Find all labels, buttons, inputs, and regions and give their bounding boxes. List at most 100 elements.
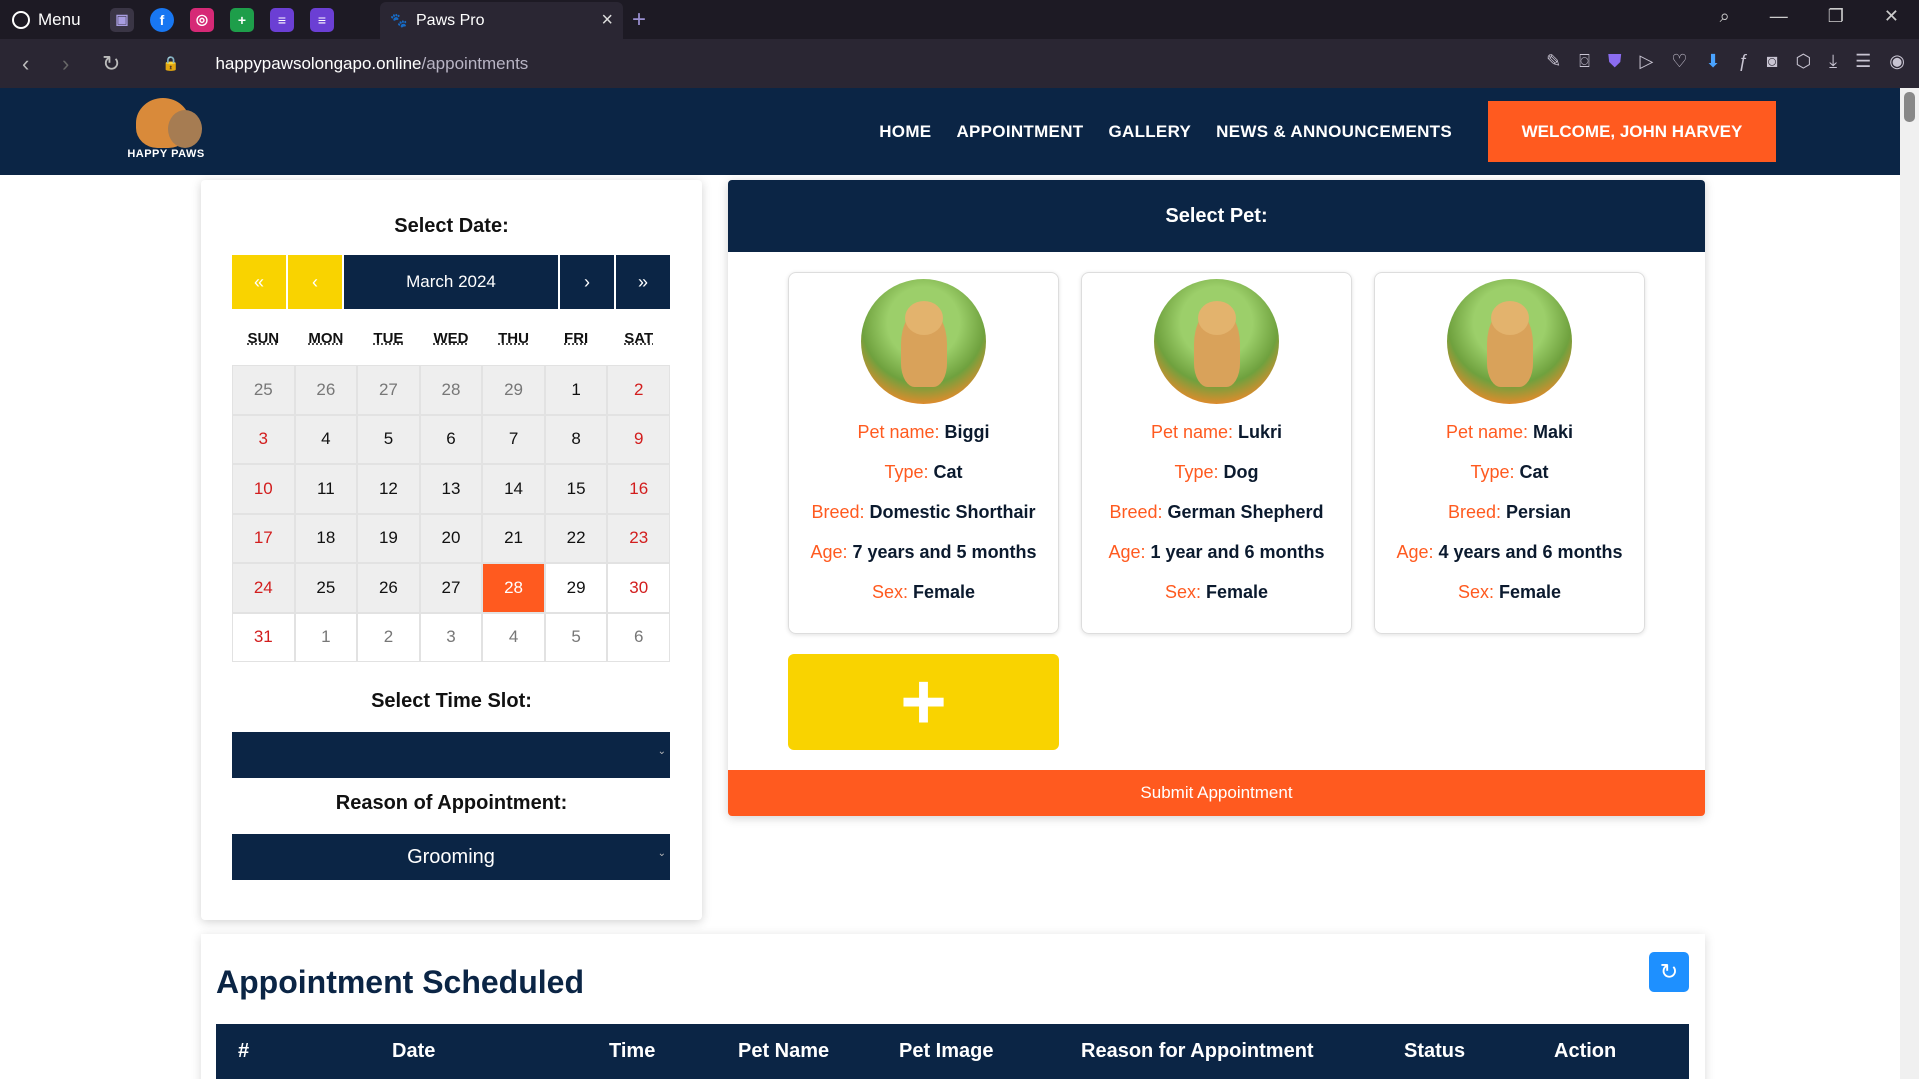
calendar-day[interactable]: 29 bbox=[544, 563, 608, 613]
calendar-day[interactable]: 25 bbox=[232, 365, 295, 415]
pet-photo bbox=[861, 279, 986, 404]
calendar-day[interactable]: 19 bbox=[357, 513, 420, 563]
reason-select[interactable]: Grooming ⌄ bbox=[232, 834, 670, 880]
nav-home[interactable]: HOME bbox=[879, 122, 931, 142]
calendar-day[interactable]: 22 bbox=[544, 513, 608, 563]
font-ext-icon[interactable]: ƒ bbox=[1739, 51, 1749, 72]
calendar-day[interactable]: 13 bbox=[419, 464, 483, 514]
download-ext-icon[interactable]: ⬇ bbox=[1705, 51, 1720, 72]
calendar-day[interactable]: 27 bbox=[419, 563, 483, 613]
calendar-day[interactable]: 12 bbox=[357, 464, 420, 514]
calendar-day[interactable]: 4 bbox=[482, 612, 545, 662]
calendar-day[interactable]: 7 bbox=[482, 414, 545, 464]
forms-icon[interactable]: ≡ bbox=[270, 7, 294, 32]
forms-icon-2[interactable]: ≡ bbox=[310, 7, 334, 32]
new-tab-icon[interactable]: + bbox=[632, 6, 646, 34]
snapshot-icon[interactable]: ◙ bbox=[1767, 51, 1778, 72]
calendar-day[interactable]: 18 bbox=[294, 513, 358, 563]
calendar-day[interactable]: 2 bbox=[607, 365, 670, 415]
refresh-button[interactable]: ↻ bbox=[1649, 952, 1689, 992]
pet-sex-label: Sex: bbox=[871, 582, 908, 602]
downloads-icon[interactable]: ⤓ bbox=[1829, 51, 1837, 72]
gamepad-icon[interactable]: ▣ bbox=[110, 7, 134, 32]
camera-icon[interactable]: ⌼ bbox=[1579, 51, 1590, 72]
cube-icon[interactable]: ⬡ bbox=[1795, 51, 1811, 72]
active-tab[interactable]: 🐾 Paws Pro × bbox=[380, 2, 623, 39]
nav-appointment[interactable]: APPOINTMENT bbox=[956, 122, 1083, 142]
calendar-day[interactable]: 1 bbox=[544, 365, 608, 415]
calendar-day[interactable]: 2 bbox=[357, 612, 420, 662]
pet-card-maki[interactable]: Pet name: Maki Type: Cat Breed: Persian … bbox=[1374, 272, 1645, 634]
settings-icon[interactable]: ☰ bbox=[1855, 51, 1871, 72]
nav-news[interactable]: NEWS & ANNOUNCEMENTS bbox=[1216, 122, 1452, 142]
tab-close-icon[interactable]: × bbox=[601, 9, 613, 32]
first-month-button[interactable]: « bbox=[232, 255, 286, 309]
month-label[interactable]: March 2024 bbox=[344, 255, 558, 309]
calendar-day[interactable]: 6 bbox=[607, 612, 670, 662]
avatar[interactable]: ◉ bbox=[1889, 51, 1905, 72]
calendar-day[interactable]: 4 bbox=[294, 414, 358, 464]
add-pet-button[interactable]: + bbox=[788, 654, 1059, 750]
calendar-day[interactable]: 3 bbox=[419, 612, 483, 662]
calendar-day[interactable]: 10 bbox=[232, 464, 295, 514]
last-month-button[interactable]: » bbox=[616, 255, 670, 309]
pet-card-lukri[interactable]: Pet name: Lukri Type: Dog Breed: German … bbox=[1081, 272, 1352, 634]
vpn-shield-icon[interactable]: ⛊ bbox=[1608, 51, 1622, 72]
calendar-day[interactable]: 20 bbox=[419, 513, 483, 563]
facebook-icon[interactable]: f bbox=[150, 7, 174, 32]
url-field[interactable]: happypawsolongapo.online/appointments bbox=[215, 54, 528, 74]
calendar-day[interactable]: 21 bbox=[482, 513, 545, 563]
calendar-day[interactable]: 5 bbox=[357, 414, 420, 464]
send-icon[interactable]: ▷ bbox=[1639, 51, 1653, 72]
calendar-day[interactable]: 16 bbox=[607, 464, 670, 514]
pet-type-label: Type: bbox=[1470, 462, 1515, 482]
calendar-day[interactable]: 29 bbox=[482, 365, 545, 415]
browser-menu-button[interactable]: Menu bbox=[0, 10, 100, 30]
page-scrollbar[interactable] bbox=[1900, 88, 1919, 1079]
calendar-day[interactable]: 6 bbox=[419, 414, 483, 464]
forward-icon[interactable]: › bbox=[62, 51, 80, 77]
scrollbar-thumb[interactable] bbox=[1904, 92, 1915, 122]
calendar-day[interactable]: 5 bbox=[544, 612, 608, 662]
calendar-day[interactable]: 14 bbox=[482, 464, 545, 514]
calendar-day[interactable]: 3 bbox=[232, 414, 295, 464]
pet-card-biggi[interactable]: Pet name: Biggi Type: Cat Breed: Domesti… bbox=[788, 272, 1059, 634]
lock-icon[interactable]: 🔒 bbox=[162, 55, 179, 72]
search-tabs-icon[interactable]: ⌕ bbox=[1720, 6, 1730, 27]
col-number: # bbox=[238, 1040, 250, 1062]
close-window-icon[interactable]: ✕ bbox=[1884, 6, 1899, 27]
calendar-day[interactable]: 15 bbox=[544, 464, 608, 514]
heart-icon[interactable]: ♡ bbox=[1671, 51, 1687, 72]
calendar-day[interactable]: 11 bbox=[294, 464, 358, 514]
calendar-day[interactable]: 26 bbox=[357, 563, 420, 613]
reload-icon[interactable]: ↻ bbox=[102, 51, 120, 77]
calendar-day[interactable]: 30 bbox=[607, 563, 670, 613]
calendar-day[interactable]: 28 bbox=[419, 365, 483, 415]
calendar-day[interactable]: 17 bbox=[232, 513, 295, 563]
calendar-day[interactable]: 8 bbox=[544, 414, 608, 464]
calendar-day[interactable]: 1 bbox=[294, 612, 358, 662]
calendar-day[interactable]: 27 bbox=[357, 365, 420, 415]
restore-icon[interactable]: ❐ bbox=[1828, 6, 1844, 27]
calendar-day[interactable]: 24 bbox=[232, 563, 295, 613]
calendar-day[interactable]: 31 bbox=[232, 612, 295, 662]
edit-icon[interactable]: ✎ bbox=[1546, 51, 1561, 72]
prev-month-button[interactable]: ‹ bbox=[288, 255, 342, 309]
calendar-day[interactable]: 26 bbox=[294, 365, 358, 415]
instagram-icon[interactable]: ◎ bbox=[190, 7, 214, 32]
welcome-button[interactable]: WELCOME, JOHN HARVEY bbox=[1488, 101, 1776, 162]
site-logo[interactable]: HAPPY PAWS bbox=[126, 98, 206, 164]
submit-appointment-button[interactable]: Submit Appointment bbox=[728, 770, 1705, 816]
sheets-icon[interactable]: + bbox=[230, 7, 254, 32]
time-slot-select[interactable]: ⌄ bbox=[232, 732, 670, 778]
calendar-day[interactable]: 23 bbox=[607, 513, 670, 563]
col-pet-name: Pet Name bbox=[738, 1040, 830, 1062]
nav-gallery[interactable]: GALLERY bbox=[1108, 122, 1191, 142]
next-month-button[interactable]: › bbox=[560, 255, 614, 309]
calendar-day[interactable]: 28 bbox=[482, 563, 545, 613]
calendar-day[interactable]: 9 bbox=[607, 414, 670, 464]
minimize-icon[interactable]: — bbox=[1770, 6, 1788, 27]
calendar-day[interactable]: 25 bbox=[294, 563, 358, 613]
weekday-label: SAT bbox=[624, 330, 654, 347]
back-icon[interactable]: ‹ bbox=[22, 51, 40, 77]
